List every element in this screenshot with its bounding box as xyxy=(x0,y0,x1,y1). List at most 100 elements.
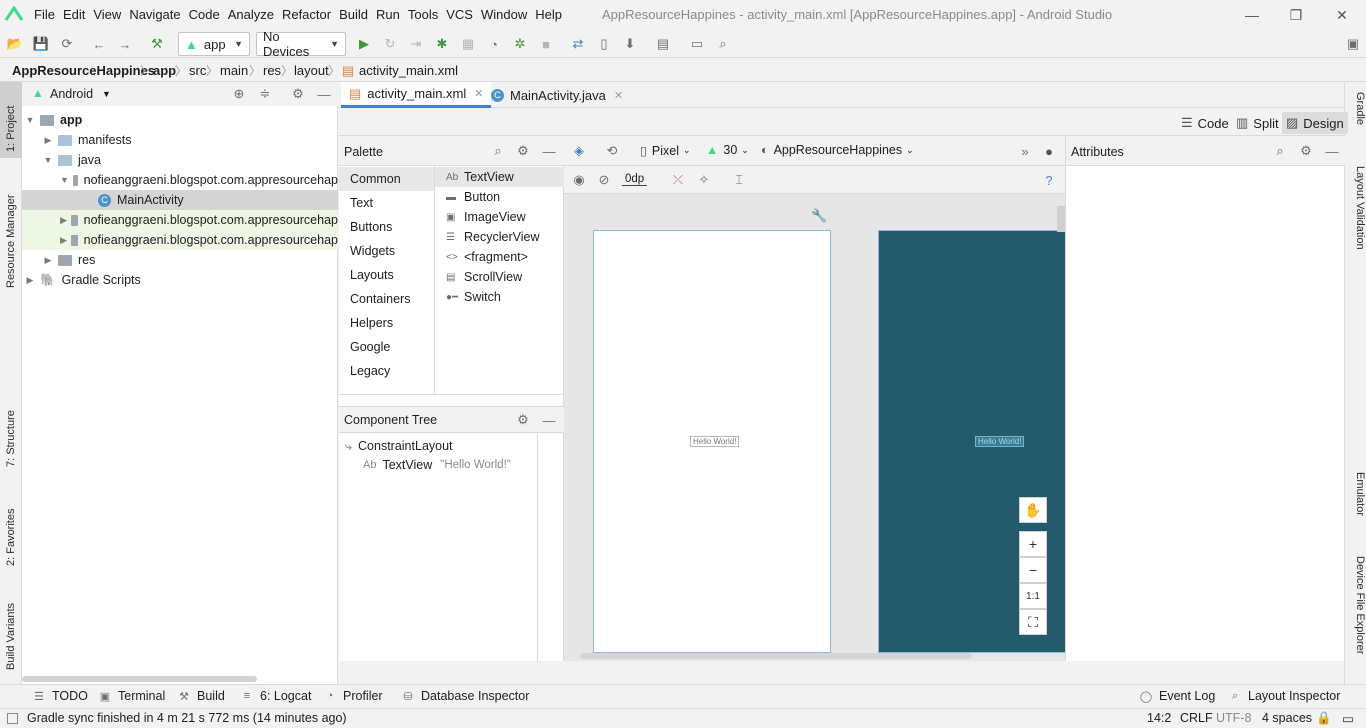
run-config-select[interactable]: ▲ app ▼ xyxy=(178,32,250,56)
palette-category-text[interactable]: Text xyxy=(339,191,434,215)
tool-logcat[interactable]: ≡ 6: Logcat xyxy=(240,689,312,703)
menu-view[interactable]: View xyxy=(93,7,127,22)
palette-category-google[interactable]: Google xyxy=(339,335,434,359)
orientation-icon[interactable]: ⟲ xyxy=(603,142,621,160)
menu-file[interactable]: File xyxy=(34,7,61,22)
menu-edit[interactable]: Edit xyxy=(63,7,91,22)
palette-category-helpers[interactable]: Helpers xyxy=(339,311,434,335)
palette-category-containers[interactable]: Containers xyxy=(339,287,434,311)
vertical-scrollbar[interactable] xyxy=(1057,206,1065,232)
design-view-button[interactable]: ▨ Design xyxy=(1282,112,1348,134)
palette-category-buttons[interactable]: Buttons xyxy=(339,215,434,239)
palette-item-recyclerview[interactable]: ☰ RecyclerView xyxy=(435,227,564,247)
gear-icon[interactable]: ⚙ xyxy=(514,142,532,160)
device-select[interactable]: No Devices ▼ xyxy=(256,29,346,59)
design-canvas[interactable]: 🔧 Hello World! Hello World! ✋ + − 1:1 ⛶ xyxy=(564,194,1065,661)
profile-icon[interactable]: ◔ xyxy=(485,35,503,53)
sync-icon[interactable]: ⟳ xyxy=(58,35,76,53)
palette-category-layouts[interactable]: Layouts xyxy=(339,263,434,287)
more-icon[interactable]: » xyxy=(1016,142,1034,160)
breadcrumb-project[interactable]: AppResourceHappines xyxy=(12,63,155,78)
tool-tab-device-file-explorer[interactable]: Device File Explorer xyxy=(1348,556,1366,676)
tool-tab-project[interactable]: 1: Project xyxy=(2,92,20,152)
tab-mainactivity-java[interactable]: C MainActivity.java ✕ xyxy=(483,82,631,108)
make-project-icon[interactable]: ⚒ xyxy=(148,35,166,53)
palette-item-switch[interactable]: ●━ Switch xyxy=(435,287,564,307)
zoom-fit-screen-button[interactable]: ⛶ xyxy=(1019,609,1047,635)
code-view-button[interactable]: ☰ Code xyxy=(1177,112,1233,134)
back-icon[interactable]: ← xyxy=(90,35,108,53)
tool-tab-structure[interactable]: 7: Structure xyxy=(2,387,20,467)
palette-item-textview[interactable]: Ab TextView xyxy=(435,167,564,187)
horizontal-scrollbar[interactable] xyxy=(580,653,972,659)
menu-analyze[interactable]: Analyze xyxy=(228,7,280,22)
palette-category-common[interactable]: Common xyxy=(339,167,434,191)
gear-icon[interactable]: ⚙ xyxy=(514,411,532,429)
lock-icon[interactable]: 🔒 xyxy=(1316,711,1332,726)
guidelines-icon[interactable]: ⌶ xyxy=(730,171,748,189)
file-encoding[interactable]: UTF-8 xyxy=(1216,711,1251,725)
breadcrumb-layout[interactable]: layout xyxy=(294,63,329,78)
debug-icon[interactable]: ✱ xyxy=(433,35,451,53)
tool-tab-gradle[interactable]: Gradle xyxy=(1348,92,1366,147)
tool-tab-resource-manager[interactable]: Resource Manager xyxy=(2,178,20,288)
breadcrumb-res[interactable]: res xyxy=(263,63,281,78)
tree-item-package-androidtest[interactable]: ▶ nofieanggraeni.blogspot.com.appresourc… xyxy=(22,210,338,230)
breadcrumb-src[interactable]: src xyxy=(189,63,206,78)
gear-icon[interactable]: ⚙ xyxy=(1297,142,1315,160)
hide-icon[interactable]: — xyxy=(315,85,333,103)
palette-item-imageview[interactable]: ▣ ImageView xyxy=(435,207,564,227)
tool-profiler[interactable]: ◔ Profiler xyxy=(323,689,383,703)
pan-handle-icon[interactable]: 🔧 xyxy=(811,208,827,224)
menu-code[interactable]: Code xyxy=(189,7,226,22)
minimize-button[interactable]: — xyxy=(1232,4,1272,26)
menu-window[interactable]: Window xyxy=(481,7,533,22)
tool-tab-build-variants[interactable]: Build Variants xyxy=(2,585,20,670)
gradle-sync-icon[interactable]: ⇄ xyxy=(569,35,587,53)
menu-help[interactable]: Help xyxy=(535,7,568,22)
search-icon[interactable]: ⌕ xyxy=(1271,142,1289,160)
menu-navigate[interactable]: Navigate xyxy=(129,7,186,22)
menu-build[interactable]: Build xyxy=(339,7,374,22)
maximize-button[interactable]: ❐ xyxy=(1276,4,1316,26)
design-preview[interactable]: Hello World! xyxy=(593,230,831,653)
palette-item-fragment[interactable]: <> <fragment> xyxy=(435,247,564,267)
infer-constraints-icon[interactable]: ✧ xyxy=(695,171,713,189)
apply-changes-icon[interactable]: ↻ xyxy=(381,35,399,53)
run-icon[interactable]: ▶ xyxy=(355,35,373,53)
warning-icon[interactable]: ● xyxy=(1040,142,1058,160)
apply-code-icon[interactable]: ⇥ xyxy=(407,35,425,53)
avd-manager-icon[interactable]: ▯ xyxy=(595,35,613,53)
indent-setting[interactable]: 4 spaces xyxy=(1262,711,1312,725)
zoom-in-button[interactable]: + xyxy=(1019,531,1047,557)
palette-category-legacy[interactable]: Legacy xyxy=(339,359,434,383)
forward-icon[interactable]: → xyxy=(116,35,134,53)
split-view-button[interactable]: ▥ Split xyxy=(1232,112,1283,134)
tree-item-mainactivity[interactable]: C MainActivity xyxy=(22,190,338,210)
locate-icon[interactable]: ⊕ xyxy=(230,85,248,103)
hide-icon[interactable]: — xyxy=(1323,142,1341,160)
save-all-icon[interactable]: 💾 xyxy=(32,35,50,53)
user-icon[interactable]: ▣ xyxy=(1344,35,1362,53)
breadcrumb-main[interactable]: main xyxy=(220,63,248,78)
breadcrumb-app[interactable]: app xyxy=(153,63,176,78)
caret-position[interactable]: 14:2 xyxy=(1147,711,1171,725)
component-constraintlayout[interactable]: ⤷ ConstraintLayout xyxy=(345,437,453,455)
component-textview[interactable]: Ab TextView "Hello World!" xyxy=(363,456,511,474)
tool-build[interactable]: ⚒ Build xyxy=(177,689,225,703)
autoconnect-icon[interactable]: ⊘ xyxy=(595,171,613,189)
tree-item-java[interactable]: ▼ java xyxy=(22,150,338,170)
menu-vcs[interactable]: VCS xyxy=(446,7,479,22)
memory-indicator-icon[interactable]: ▭ xyxy=(1342,711,1354,726)
tab-activity-main-xml[interactable]: ▤ activity_main.xml ✕ xyxy=(341,82,492,108)
tool-tab-layout-validation[interactable]: Layout Validation xyxy=(1348,166,1366,276)
menu-tools[interactable]: Tools xyxy=(408,7,444,22)
api-dropdown[interactable]: ▲ 30 ⌄ xyxy=(706,143,749,157)
pan-button[interactable]: ✋ xyxy=(1019,497,1047,523)
tool-tab-favorites[interactable]: 2: Favorites xyxy=(2,486,20,566)
palette-item-button[interactable]: ▬ Button xyxy=(435,187,564,207)
collapse-all-icon[interactable]: ≑ xyxy=(256,85,274,103)
line-separator[interactable]: CRLF xyxy=(1180,711,1213,725)
help-icon[interactable]: ? xyxy=(1040,171,1058,189)
project-view-mode[interactable]: Android xyxy=(50,87,93,101)
